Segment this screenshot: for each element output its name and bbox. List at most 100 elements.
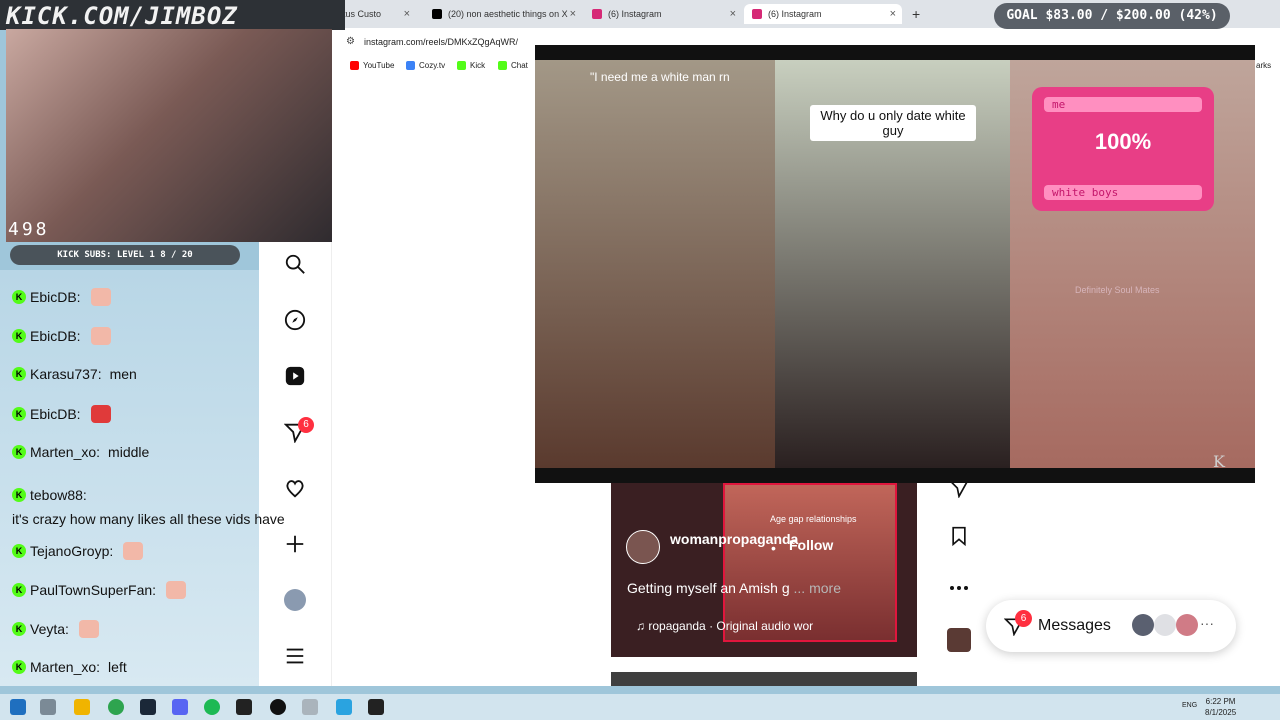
more-link[interactable]: ... more — [794, 580, 841, 596]
avatar — [1176, 614, 1198, 636]
messages-pill[interactable]: 6 Messages ··· — [986, 600, 1236, 652]
tab-label: (6) Instagram — [608, 9, 662, 19]
close-icon[interactable]: × — [730, 8, 736, 20]
avatar — [1132, 614, 1154, 636]
more-icon: ··· — [1200, 615, 1214, 631]
x-logo-icon — [432, 9, 442, 19]
author-avatar[interactable] — [626, 530, 660, 564]
bookmark-label: YouTube — [363, 61, 395, 70]
site-info-icon[interactable]: ⚙ — [346, 37, 356, 47]
language-indicator[interactable]: ENG — [1182, 702, 1197, 709]
telegram-icon[interactable] — [336, 699, 352, 715]
meter-bottom-label: white boys — [1044, 185, 1202, 200]
steam-icon[interactable] — [140, 699, 156, 715]
kick-badge-icon: K — [12, 290, 26, 304]
more-options-icon[interactable] — [947, 576, 971, 600]
obs-icon[interactable] — [368, 699, 384, 715]
audio-thumbnail[interactable] — [947, 628, 971, 652]
bookmarks-overflow[interactable]: arks — [1256, 61, 1271, 70]
chat-username: Veyta: — [30, 621, 69, 637]
reel-description[interactable]: Getting myself an Amish g ... more — [627, 580, 841, 596]
clock-date: 8/1/2025 — [1205, 708, 1237, 717]
browser-tab[interactable]: (20) non aesthetic things on X × — [424, 4, 582, 24]
bookmark-icon[interactable] — [947, 524, 971, 548]
share-icon[interactable] — [947, 476, 971, 500]
app-icon[interactable] — [270, 699, 286, 715]
kick-subs-label: KICK SUBS: LEVEL 1 8 / 20 — [10, 245, 240, 265]
chat-message: K Marten_xo: left — [12, 659, 253, 675]
music-note-icon: ♫ — [636, 619, 649, 633]
stream-chat: K EbicDB: K EbicDB: K Karasu737: men K E… — [0, 270, 285, 686]
search-icon[interactable] — [283, 252, 307, 276]
bookmark-youtube[interactable]: YouTube — [350, 61, 394, 70]
kick-badge-icon: K — [12, 660, 26, 674]
audio-text: ropaganda · Original audio wor — [648, 619, 814, 633]
clock[interactable]: 6:22 PM 8/1/2025 — [1205, 696, 1236, 718]
clock-time: 6:22 PM — [1205, 697, 1236, 706]
profile-avatar[interactable] — [283, 588, 307, 612]
chat-message: K PaulTownSuperFan: — [12, 581, 253, 599]
chat-message: K tebow88: it's crazy how many likes all… — [12, 483, 320, 531]
windows-start-icon[interactable] — [10, 699, 26, 715]
bookmark-kick[interactable]: Kick — [457, 61, 485, 70]
app-icon[interactable] — [302, 699, 318, 715]
browser-tab[interactable]: (6) Instagram × — [584, 4, 742, 24]
close-icon[interactable]: × — [570, 8, 576, 20]
chat-message: K EbicDB: — [12, 405, 253, 423]
file-explorer-icon[interactable] — [74, 699, 90, 715]
viewer-count: 498 — [8, 219, 50, 240]
reel-audio[interactable]: ♫ ropaganda · Original audio wor — [636, 619, 826, 637]
description-text: Getting myself an Amish g — [627, 580, 790, 596]
spotify-icon[interactable] — [204, 699, 220, 715]
notification-badge: 6 — [298, 417, 314, 433]
url-text[interactable]: instagram.com/reels/DMKxZQgAqWR/ — [364, 37, 518, 47]
reels-icon[interactable] — [283, 364, 307, 388]
chat-username: EbicDB: — [30, 328, 81, 344]
kick-badge-icon: K — [12, 622, 26, 636]
love-meter: me 100% white boys — [1032, 87, 1214, 211]
browser-tab-active[interactable]: (6) Instagram × — [744, 4, 902, 24]
author-name[interactable]: womanpropaganda — [670, 531, 798, 548]
app-icon[interactable] — [236, 699, 252, 715]
reel-video[interactable]: "I need me a white man rn Why do u only … — [535, 45, 1255, 483]
donation-goal: GOAL $83.00 / $200.00 (42%) — [994, 3, 1230, 29]
tab-label: (6) Instagram — [768, 9, 822, 19]
video-overlay-text: Definitely Soul Mates — [1075, 285, 1160, 295]
kick-badge-icon: K — [12, 544, 26, 558]
emote-icon — [78, 620, 99, 638]
messages-badge: 6 — [1015, 610, 1032, 627]
messages-label: Messages — [1038, 617, 1111, 634]
next-reel-card[interactable] — [611, 672, 917, 686]
close-icon[interactable]: × — [890, 8, 896, 20]
video-caption: "I need me a white man rn — [590, 70, 730, 84]
chat-text: it's crazy how many likes all these vids… — [12, 511, 285, 527]
chat-message: K Marten_xo: middle — [12, 444, 253, 460]
discord-icon[interactable] — [172, 699, 188, 715]
chrome-icon[interactable] — [108, 699, 124, 715]
kick-badge-icon: K — [12, 445, 26, 459]
emote-icon — [90, 327, 111, 345]
new-tab-button[interactable]: + — [904, 4, 924, 24]
explore-icon[interactable] — [283, 308, 307, 332]
create-icon[interactable] — [283, 532, 307, 556]
taskbar: ENG 6:22 PM 8/1/2025 — [0, 694, 1280, 720]
chat-message: K EbicDB: — [12, 288, 253, 306]
meter-percent: 100% — [1094, 129, 1152, 154]
kick-badge-icon: K — [12, 583, 26, 597]
follow-button[interactable]: Follow — [782, 534, 840, 556]
close-icon[interactable]: × — [404, 8, 410, 20]
task-view-icon[interactable] — [40, 699, 56, 715]
chat-text: left — [108, 659, 127, 675]
chat-username: tebow88: — [30, 487, 87, 503]
chat-username: Marten_xo: — [30, 444, 101, 460]
reel-tag: Age gap relationships — [770, 514, 857, 524]
chat-message: K EbicDB: — [12, 327, 253, 345]
menu-icon[interactable] — [283, 644, 307, 668]
chat-message: K Karasu737: men — [12, 366, 253, 382]
bookmark-chat[interactable]: Chat — [498, 61, 528, 70]
youtube-icon — [350, 61, 359, 70]
separator-dot: • — [771, 540, 776, 556]
bookmark-cozy[interactable]: Cozy.tv — [406, 61, 445, 70]
chat-icon — [498, 61, 507, 70]
chat-username: PaulTownSuperFan: — [30, 582, 157, 598]
